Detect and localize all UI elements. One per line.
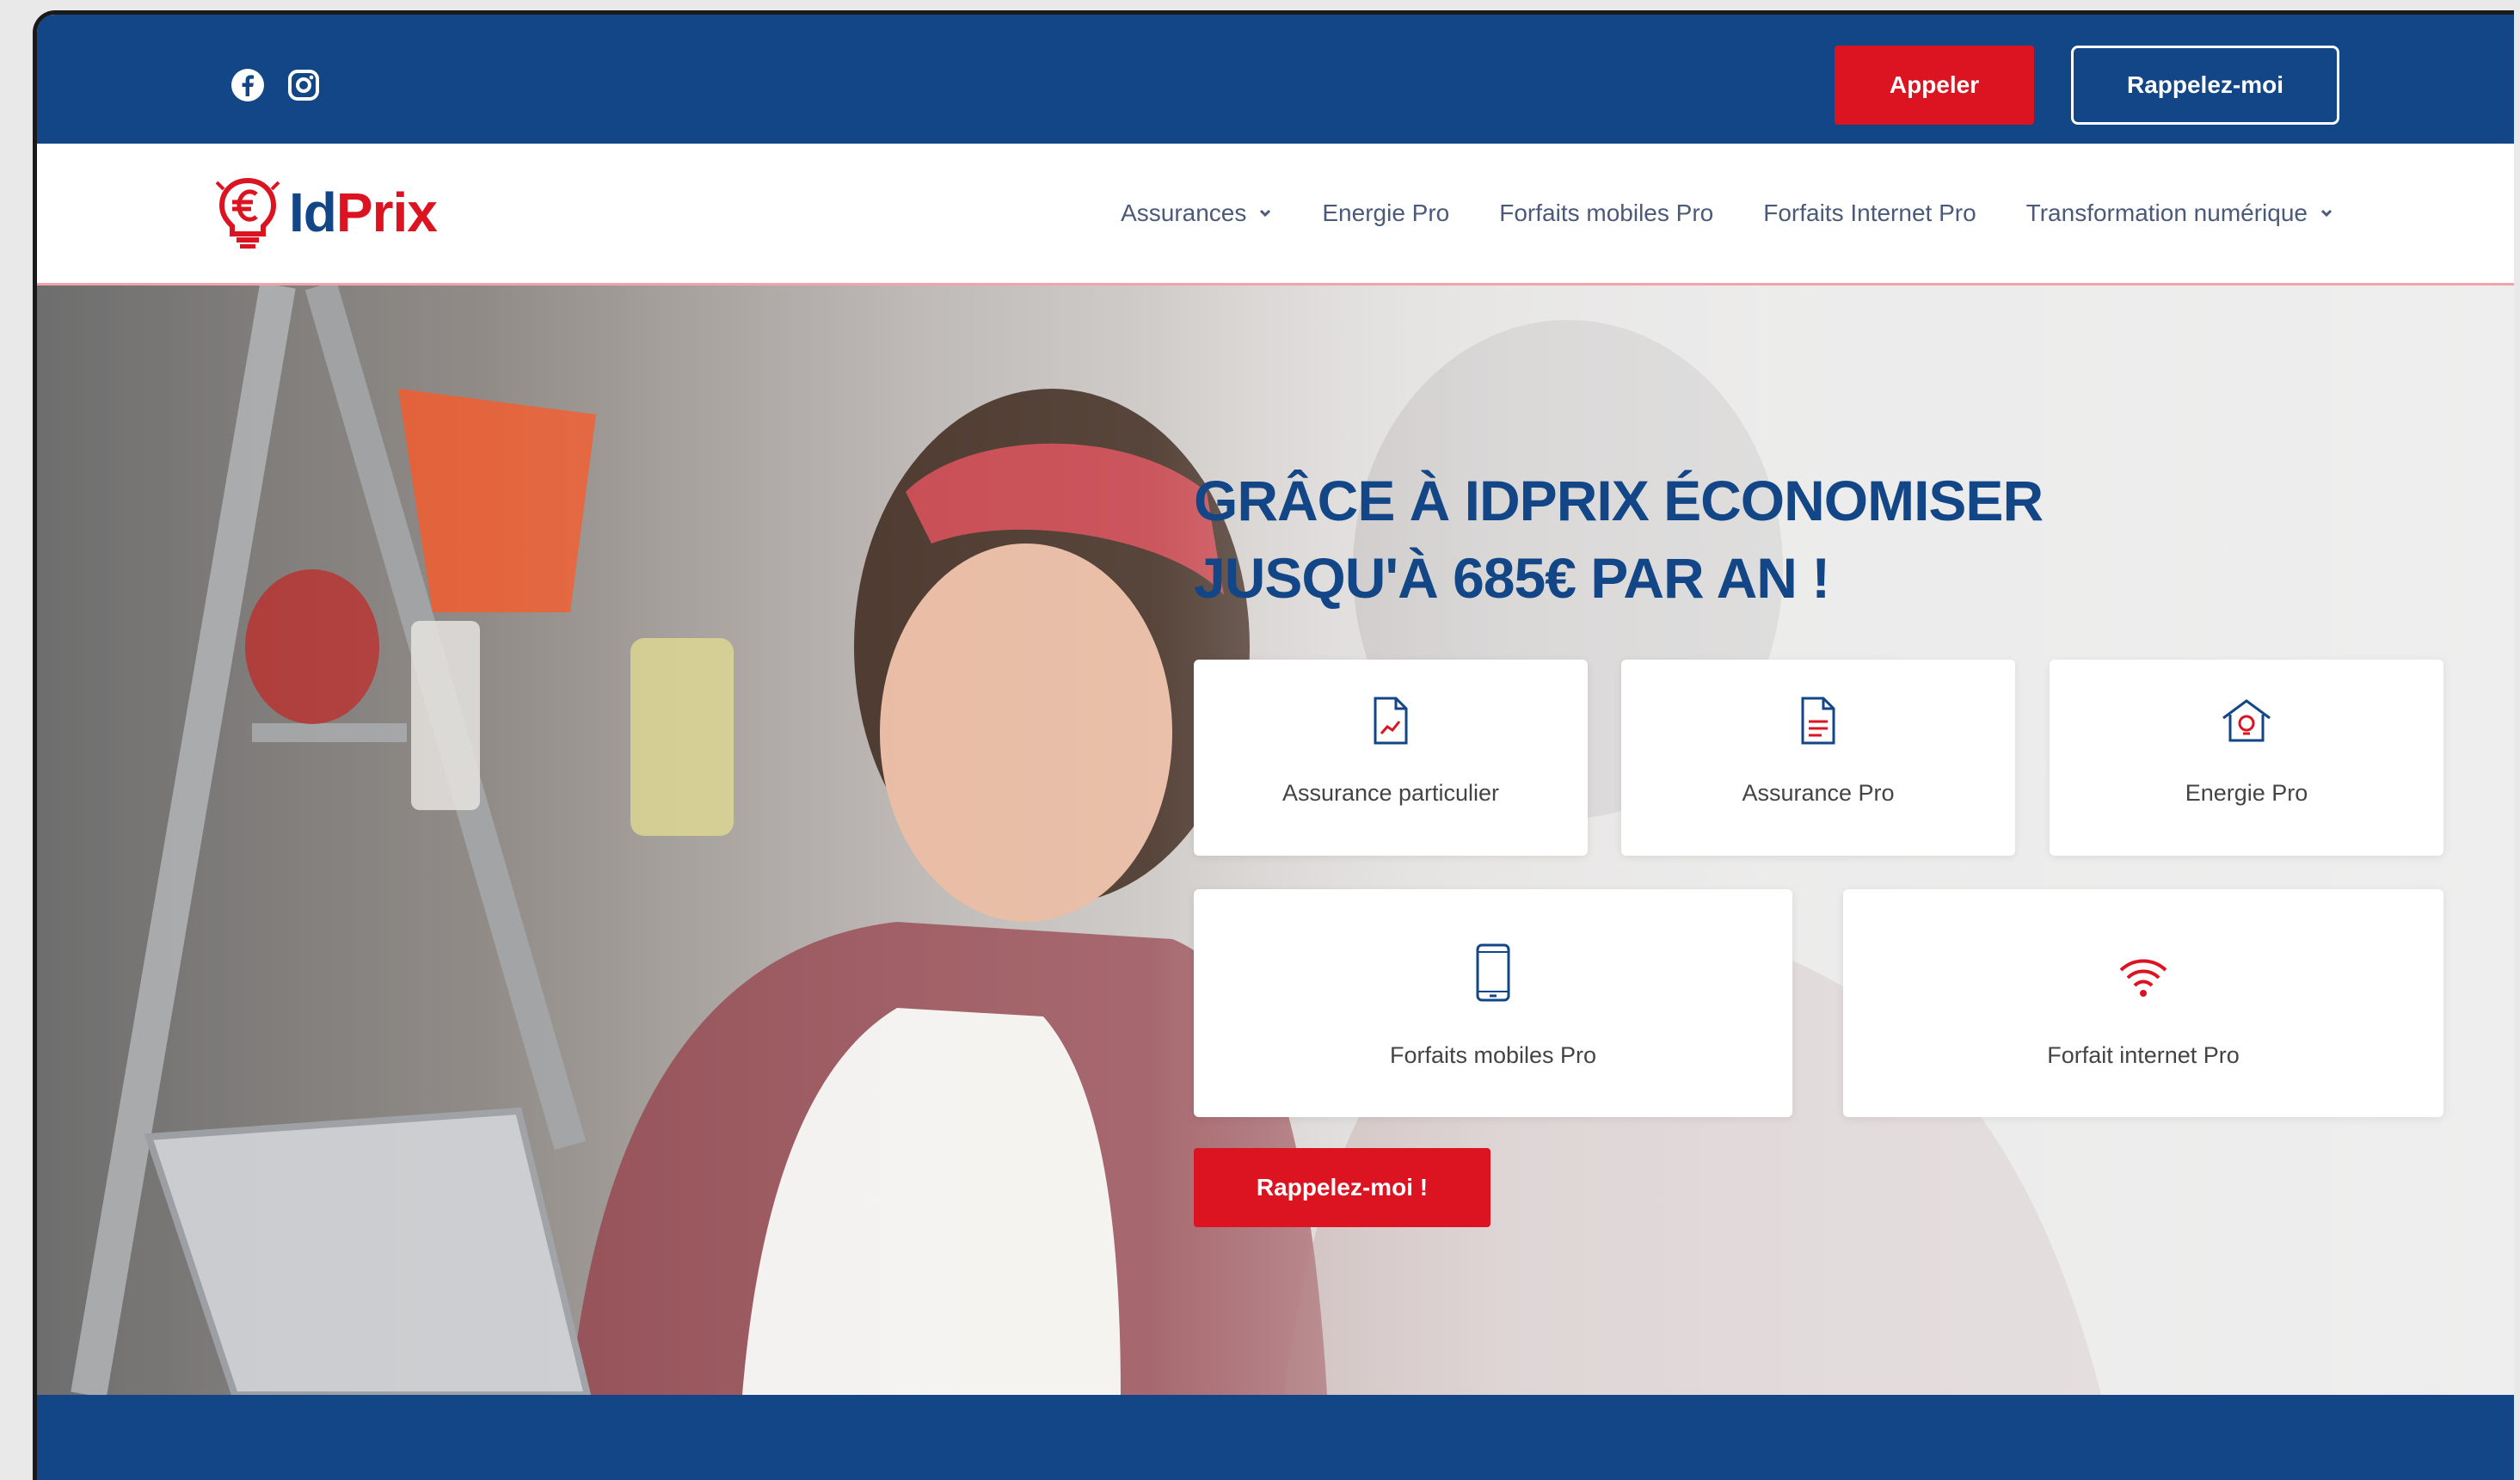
card-label: Assurance particulier [1282, 780, 1500, 806]
card-forfait-internet-pro[interactable]: Forfait internet Pro [1843, 889, 2443, 1117]
hero-callback-button[interactable]: Rappelez-moi ! [1194, 1148, 1490, 1227]
site-logo[interactable]: IdPrix [213, 169, 438, 255]
nav-menu: Assurances Energie Pro Forfaits mobiles … [1121, 144, 2333, 283]
document-list-icon [1801, 697, 1835, 745]
chevron-down-icon [2320, 209, 2333, 218]
callback-button[interactable]: Rappelez-moi [2071, 46, 2339, 125]
wifi-icon [2119, 959, 2167, 997]
nav-item-label: Energie Pro [1322, 200, 1450, 226]
card-label: Assurance Pro [1742, 780, 1895, 806]
euro-lightbulb-icon [215, 177, 280, 249]
card-label: Energie Pro [2185, 780, 2308, 806]
call-button[interactable]: Appeler [1835, 46, 2034, 125]
main-navbar: IdPrix Assurances Energie Pro Forfaits m… [37, 144, 2514, 286]
instagram-icon[interactable] [286, 68, 321, 102]
nav-item-forfaits-internet[interactable]: Forfaits Internet Pro [1763, 200, 1976, 227]
logo-text-id: Id [289, 181, 337, 243]
logo-text-prix: Prix [335, 181, 438, 243]
card-label: Forfaits mobiles Pro [1389, 1042, 1597, 1068]
card-assurance-particulier[interactable]: Assurance particulier [1194, 660, 1588, 856]
hero-headline: GRÂCE À IDPRIX ÉCONOMISER JUSQU'À 685€ P… [1194, 462, 2226, 617]
house-bulb-icon [2222, 699, 2271, 742]
nav-item-assurances[interactable]: Assurances [1121, 200, 1272, 227]
chevron-down-icon [1260, 209, 1271, 218]
browser-viewport: Appeler Rappelez-moi IdPrix Assurances E… [33, 10, 2514, 1480]
card-forfaits-mobiles-pro[interactable]: Forfaits mobiles Pro [1194, 889, 1792, 1117]
nav-item-energie-pro[interactable]: Energie Pro [1322, 200, 1449, 227]
nav-item-label: Assurances [1121, 200, 1247, 226]
hero-headline-line1: GRÂCE À IDPRIX ÉCONOMISER [1194, 469, 2044, 532]
hero-section: GRÂCE À IDPRIX ÉCONOMISER JUSQU'À 685€ P… [37, 286, 2514, 1395]
nav-item-label: Forfaits Internet Pro [1763, 200, 1976, 226]
card-label: Forfait internet Pro [2047, 1042, 2240, 1068]
top-bar: Appeler Rappelez-moi [37, 15, 2514, 144]
hero-headline-line2: JUSQU'À 685€ PAR AN ! [1194, 546, 1830, 610]
smartphone-icon [1476, 943, 1510, 1002]
card-energie-pro[interactable]: Energie Pro [2050, 660, 2443, 856]
card-assurance-pro[interactable]: Assurance Pro [1621, 660, 2015, 856]
document-chart-icon [1374, 697, 1408, 745]
nav-item-forfaits-mobiles[interactable]: Forfaits mobiles Pro [1499, 200, 1713, 227]
nav-item-label: Forfaits mobiles Pro [1499, 200, 1714, 226]
nav-item-transformation[interactable]: Transformation numérique [2026, 200, 2333, 227]
bottom-band [37, 1395, 2514, 1480]
facebook-icon[interactable] [230, 68, 265, 102]
logo-text: IdPrix [289, 181, 438, 244]
nav-item-label: Transformation numérique [2025, 200, 2308, 226]
